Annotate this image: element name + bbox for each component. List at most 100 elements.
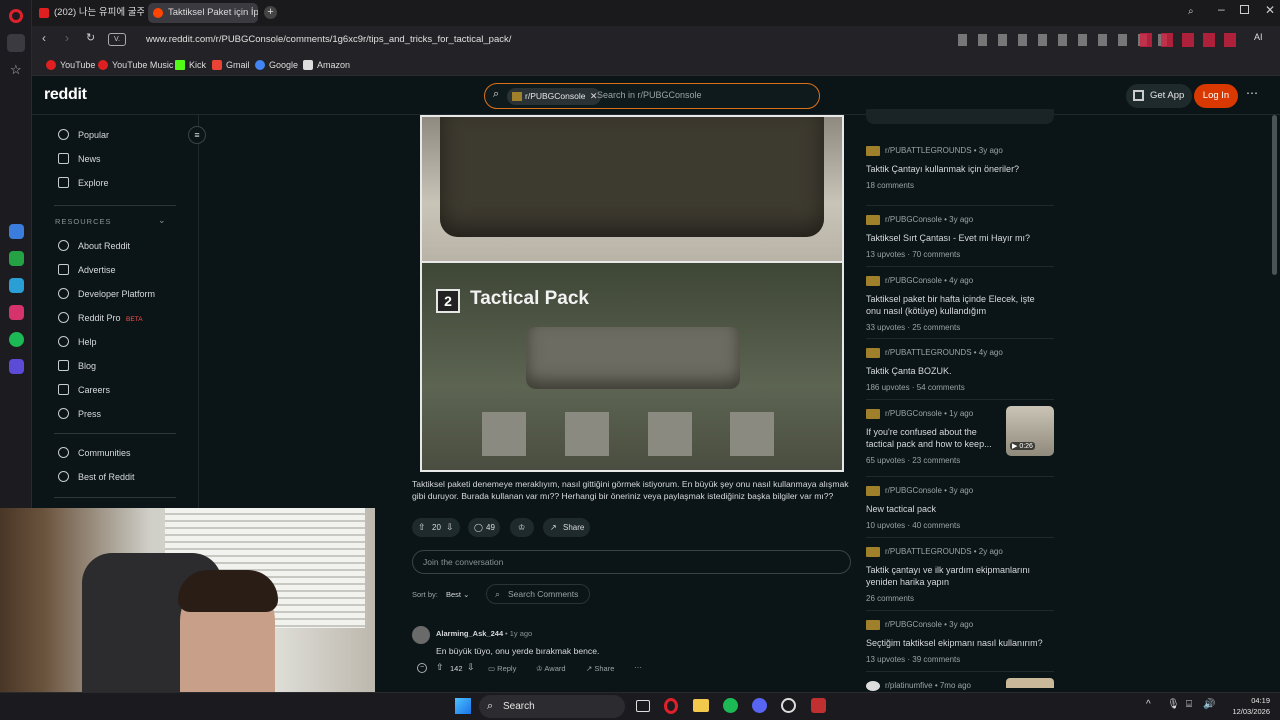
upvote-icon[interactable]: ⇧ <box>418 518 426 537</box>
vpn-badge[interactable]: V. <box>108 33 126 46</box>
related-post[interactable]: r/PUBATTLEGROUNDS • 2y ago Taktik çantay… <box>866 537 1056 604</box>
related-post[interactable]: r/PUBGConsole • 1y ago If you're confuse… <box>866 399 1056 466</box>
related-post[interactable]: r/PUBATTLEGROUNDS • 4y ago Taktik Çanta … <box>866 338 1056 393</box>
vote-pill[interactable]: ⇧ 20 ⇩ <box>412 518 460 537</box>
comments-button[interactable]: ◯ 49 <box>468 518 500 537</box>
related-thumbnail[interactable]: ▶ 0:26 <box>1006 406 1054 456</box>
tab-youtube[interactable]: (202) 나는 유피에 굴주리 <box>34 3 144 23</box>
related-post[interactable]: r/PUBGConsole • 3y ago New tactical pack… <box>866 476 1056 531</box>
related-post[interactable]: r/PUBGConsole • 3y ago Taktiksel Sırt Ça… <box>866 205 1056 260</box>
related-subreddit[interactable]: r/PUBATTLEGROUNDS • 2y ago <box>866 546 1056 558</box>
search-tabs-icon[interactable]: ⌕ <box>1188 6 1194 17</box>
comment-author[interactable]: Alarming_Ask_244 <box>436 629 503 638</box>
maximize-button[interactable] <box>1240 5 1249 14</box>
nav-help[interactable]: Help <box>58 335 97 349</box>
related-subreddit[interactable]: r/PUBGConsole • 4y ago <box>866 275 1056 287</box>
xbox-icon[interactable] <box>781 698 796 713</box>
more-options-icon[interactable]: ··· <box>634 663 642 672</box>
clock[interactable]: 04:19 12/03/2026 <box>1222 695 1270 717</box>
collapse-sidebar-button[interactable]: ≡ <box>188 126 206 144</box>
nav-reddit-pro[interactable]: Reddit Pro BETA <box>58 311 143 327</box>
collapse-comment-icon[interactable]: − <box>417 663 427 673</box>
search-bar[interactable]: ⌕ r/PUBGConsole ✕ Search in r/PUBGConsol… <box>484 83 820 109</box>
login-button[interactable]: Log In <box>1194 84 1238 108</box>
downvote-icon[interactable]: ⇩ <box>446 518 454 537</box>
share-button[interactable]: ↗ Share <box>543 518 590 537</box>
forward-icon[interactable]: › <box>65 31 69 45</box>
nav-press[interactable]: Press <box>58 407 101 421</box>
related-title[interactable]: Taktik çantayı ve ilk yardım ekipmanları… <box>866 564 1046 588</box>
reddit-logo[interactable]: reddit <box>44 86 87 104</box>
start-button[interactable] <box>455 698 471 714</box>
opera-taskbar-icon[interactable] <box>664 698 678 714</box>
reload-icon[interactable]: ↻ <box>86 31 95 44</box>
related-post[interactable]: r/PUBGConsole • 4y ago Taktiksel paket b… <box>866 266 1056 333</box>
opera-logo-icon[interactable] <box>9 9 23 23</box>
nav-developer-platform[interactable]: Developer Platform <box>58 287 155 301</box>
nav-explore[interactable]: Explore <box>58 176 109 190</box>
spotify-taskbar-icon[interactable] <box>723 698 738 713</box>
nav-news[interactable]: News <box>58 152 101 166</box>
tray-chevron-icon[interactable]: ^ <box>1146 699 1151 710</box>
spotify-icon[interactable] <box>9 332 24 347</box>
bookmark-youtube[interactable]: YouTube <box>46 57 95 73</box>
discord-icon[interactable] <box>752 698 767 713</box>
related-subreddit[interactable]: r/PUBATTLEGROUNDS • 4y ago <box>866 347 1056 359</box>
sort-dropdown[interactable]: Best ⌄ <box>446 590 469 599</box>
network-icon[interactable]: ⌸ <box>1186 699 1192 710</box>
home-icon[interactable] <box>7 34 25 52</box>
nav-popular[interactable]: Popular <box>58 128 109 142</box>
get-app-button[interactable]: Get App <box>1126 84 1193 108</box>
search-comments-button[interactable]: ⌕ Search Comments <box>486 584 590 604</box>
nav-blog[interactable]: Blog <box>58 359 96 373</box>
microphone-icon[interactable]: 🎙 <box>1167 699 1180 710</box>
resources-heading[interactable]: RESOURCES ⌄ <box>55 215 167 226</box>
related-thumbnail[interactable] <box>1006 678 1054 688</box>
related-post[interactable]: r/platinumfive • 7mo ago <box>866 671 1056 692</box>
tab-reddit[interactable]: Taktiksel Paket için İpuçla <box>148 3 258 23</box>
award-button[interactable]: ♔ Award <box>536 664 566 673</box>
reply-button[interactable]: ▭ Reply <box>488 664 516 673</box>
subreddit-chip[interactable]: r/PUBGConsole ✕ <box>507 88 602 105</box>
more-options-icon[interactable]: ⋯ <box>1246 86 1258 100</box>
nav-best-of-reddit[interactable]: Best of Reddit <box>58 470 135 484</box>
messenger-icon[interactable] <box>9 224 24 239</box>
nav-advertise[interactable]: Advertise <box>58 263 116 277</box>
related-subreddit[interactable]: r/PUBGConsole • 3y ago <box>866 214 1056 226</box>
nav-communities[interactable]: Communities <box>58 446 131 460</box>
star-icon[interactable]: ☆ <box>10 62 22 78</box>
related-title[interactable]: If you're confused about the tactical pa… <box>866 426 996 450</box>
join-conversation-input[interactable]: Join the conversation <box>412 550 851 574</box>
award-button[interactable]: ♔ <box>510 518 534 537</box>
upvote-icon[interactable]: ⇧ <box>436 662 444 673</box>
task-view-icon[interactable] <box>636 700 650 712</box>
volume-icon[interactable]: 🔊 <box>1203 699 1215 710</box>
close-window-button[interactable]: ✕ <box>1265 3 1275 17</box>
bookmark-youtube-music[interactable]: YouTube Music <box>98 57 173 73</box>
extension-icons[interactable] <box>958 34 1168 46</box>
related-title[interactable]: Seçtiğim taktiksel ekipmanı nasıl kullan… <box>866 637 1046 649</box>
url-field[interactable]: www.reddit.com/r/PUBGConsole/comments/1g… <box>146 30 966 50</box>
bookmark-google[interactable]: Google <box>255 57 298 73</box>
related-title[interactable]: Taktiksel paket bir hafta içinde Elecek,… <box>866 293 1046 317</box>
explorer-icon[interactable] <box>693 699 709 712</box>
related-title[interactable]: Taktik Çantayı kullanmak için öneriler? <box>866 163 1046 175</box>
related-title[interactable]: Taktiksel Sırt Çantası - Evet mi Hayır m… <box>866 232 1046 244</box>
related-post[interactable]: r/PUBATTLEGROUNDS • 3y ago Taktik Çantay… <box>866 145 1056 191</box>
taskbar-search[interactable]: ⌕ Search <box>479 695 625 718</box>
whatsapp-icon[interactable] <box>9 251 24 266</box>
related-subreddit[interactable]: r/PUBGConsole • 3y ago <box>866 485 1056 497</box>
player-icon[interactable] <box>9 359 24 374</box>
avatar[interactable] <box>412 626 430 644</box>
post-image[interactable]: 2 Tactical Pack <box>420 115 844 472</box>
related-title[interactable]: New tactical pack <box>866 503 1046 515</box>
related-subreddit[interactable]: r/PUBGConsole • 3y ago <box>866 619 1056 631</box>
extension-red-icons[interactable] <box>1140 33 1240 47</box>
nav-about-reddit[interactable]: About Reddit <box>58 239 130 253</box>
bookmark-kick[interactable]: Kick <box>175 57 206 73</box>
bookmark-gmail[interactable]: Gmail <box>212 57 250 73</box>
game-icon[interactable] <box>811 698 826 713</box>
share-button[interactable]: ↗ Share <box>586 664 614 673</box>
related-title[interactable]: Taktik Çanta BOZUK. <box>866 365 1046 377</box>
instagram-icon[interactable] <box>9 305 24 320</box>
